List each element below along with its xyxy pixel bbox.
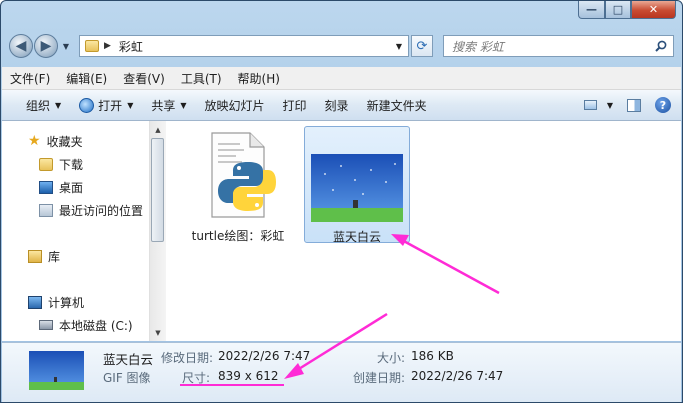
recent-pages-dropdown[interactable]: ▼ <box>59 42 73 51</box>
python-file-icon <box>211 132 276 218</box>
burn-button[interactable]: 刻录 <box>316 97 358 114</box>
chevron-down-icon: ▼ <box>180 100 187 110</box>
nav-label: 桌面 <box>59 180 84 195</box>
search-input[interactable]: 搜索 彩虹 <box>452 38 504 55</box>
scroll-thumb[interactable] <box>151 138 164 242</box>
size-value: 186 KB <box>411 349 454 363</box>
address-row: ◀ ▶ ▼ ▶ 彩虹 ▼ ⟳ 搜索 彩虹 <box>9 34 674 58</box>
search-box[interactable]: 搜索 彩虹 <box>443 35 674 57</box>
file-name: turtle绘图：彩虹 <box>191 229 285 243</box>
file-item[interactable]: turtle绘图：彩虹 <box>188 129 288 243</box>
breadcrumb-separator-icon[interactable]: ▶ <box>104 41 111 51</box>
breadcrumb-current[interactable]: 彩虹 <box>119 38 143 55</box>
change-view-button[interactable]: ▼ <box>583 100 613 110</box>
menu-file[interactable]: 文件(F) <box>2 70 58 87</box>
nav-label: 下载 <box>59 157 84 172</box>
libraries-icon <box>28 249 42 263</box>
size-label: 大小: <box>377 351 406 365</box>
scroll-down-icon[interactable]: ▼ <box>150 324 166 341</box>
nav-libraries[interactable]: 库 <box>28 246 60 266</box>
address-bar[interactable]: ▶ 彩虹 ▼ <box>79 35 409 57</box>
search-icon[interactable] <box>655 40 667 52</box>
details-thumbnail <box>29 351 84 390</box>
new-folder-button[interactable]: 新建文件夹 <box>358 97 436 114</box>
toolbar-right: ▼ ? <box>583 97 671 113</box>
created-value: 2022/2/26 7:47 <box>411 369 504 383</box>
annotation-underline <box>180 384 284 386</box>
details-pane: 蓝天白云 GIF 图像 修改日期: 2022/2/26 7:47 尺寸: 839… <box>2 342 681 402</box>
chevron-down-icon: ▼ <box>606 100 613 110</box>
explorer-window: — □ ✕ ◀ ▶ ▼ ▶ 彩虹 ▼ ⟳ 搜索 彩虹 文件(F) 编辑(E) 查… <box>0 0 683 403</box>
open-button[interactable]: 打开 ▼ <box>70 97 142 114</box>
nav-computer[interactable]: 计算机 <box>28 292 84 312</box>
refresh-button[interactable]: ⟳ <box>411 35 433 57</box>
star-icon: ★ <box>28 132 41 149</box>
nav-downloads[interactable]: 下载 <box>39 154 83 174</box>
nav-label: 收藏夹 <box>46 134 83 149</box>
nav-label: 最近访问的位置 <box>59 203 144 218</box>
menu-view[interactable]: 查看(V) <box>115 70 173 87</box>
gif-image-thumbnail <box>311 154 403 222</box>
menu-bar: 文件(F) 编辑(E) 查看(V) 工具(T) 帮助(H) <box>2 67 681 90</box>
address-dropdown-icon[interactable]: ▼ <box>396 42 402 51</box>
slideshow-button[interactable]: 放映幻灯片 <box>196 97 274 114</box>
dimensions-value: 839 x 612 <box>218 369 279 383</box>
downloads-folder-icon <box>39 157 53 171</box>
organize-label: 组织 <box>26 98 51 113</box>
nav-scrollbar[interactable]: ▲ ▼ <box>149 121 167 341</box>
recent-places-icon <box>39 203 53 217</box>
navigation-pane: ★ 收藏夹 下载 桌面 最近访问的位置 库 计算机 本地磁盘 (C:) <box>2 121 166 341</box>
print-button[interactable]: 打印 <box>274 97 316 114</box>
disk-icon <box>39 320 53 330</box>
created-label: 创建日期: <box>353 371 406 385</box>
preview-pane-icon[interactable] <box>627 98 641 112</box>
file-list: turtle绘图：彩虹 蓝天白云 <box>166 121 681 341</box>
nav-label: 库 <box>48 249 61 264</box>
close-button[interactable]: ✕ <box>631 1 676 19</box>
nav-label: 本地磁盘 (C:) <box>59 318 133 333</box>
menu-tools[interactable]: 工具(T) <box>173 70 230 87</box>
nav-label: 计算机 <box>48 295 85 310</box>
ie-open-icon <box>79 97 95 113</box>
help-icon[interactable]: ? <box>655 97 671 113</box>
share-button[interactable]: 共享 ▼ <box>142 97 195 114</box>
details-filename: 蓝天白云 <box>103 352 154 367</box>
command-bar: 组织 ▼ 打开 ▼ 共享 ▼ 放映幻灯片 打印 刻录 新建文件夹 ▼ ? <box>2 90 681 121</box>
menu-edit[interactable]: 编辑(E) <box>58 70 115 87</box>
nav-local-disk[interactable]: 本地磁盘 (C:) <box>39 315 133 335</box>
folder-icon <box>85 40 99 52</box>
nav-recent-places[interactable]: 最近访问的位置 <box>39 200 143 220</box>
menu-help[interactable]: 帮助(H) <box>230 70 288 87</box>
window-controls: — □ ✕ <box>578 1 676 21</box>
chevron-down-icon: ▼ <box>55 100 62 110</box>
nav-favorites[interactable]: ★ 收藏夹 <box>28 131 83 151</box>
desktop-icon <box>39 180 53 194</box>
back-button[interactable]: ◀ <box>9 34 33 58</box>
share-label: 共享 <box>151 98 176 113</box>
minimize-button[interactable]: — <box>578 1 605 19</box>
open-label: 打开 <box>98 98 123 113</box>
organize-button[interactable]: 组织 ▼ <box>2 97 70 114</box>
nav-desktop[interactable]: 桌面 <box>39 177 83 197</box>
views-icon <box>583 100 597 110</box>
modified-label: 修改日期: <box>161 351 214 365</box>
maximize-button[interactable]: □ <box>605 1 631 19</box>
computer-icon <box>28 295 42 309</box>
scroll-up-icon[interactable]: ▲ <box>150 121 166 138</box>
file-item-selected[interactable]: 蓝天白云 <box>304 126 410 244</box>
forward-button[interactable]: ▶ <box>34 34 58 58</box>
file-name: 蓝天白云 <box>332 230 381 244</box>
modified-value: 2022/2/26 7:47 <box>218 349 311 363</box>
details-type: GIF 图像 <box>103 371 151 385</box>
chevron-down-icon: ▼ <box>127 100 134 110</box>
